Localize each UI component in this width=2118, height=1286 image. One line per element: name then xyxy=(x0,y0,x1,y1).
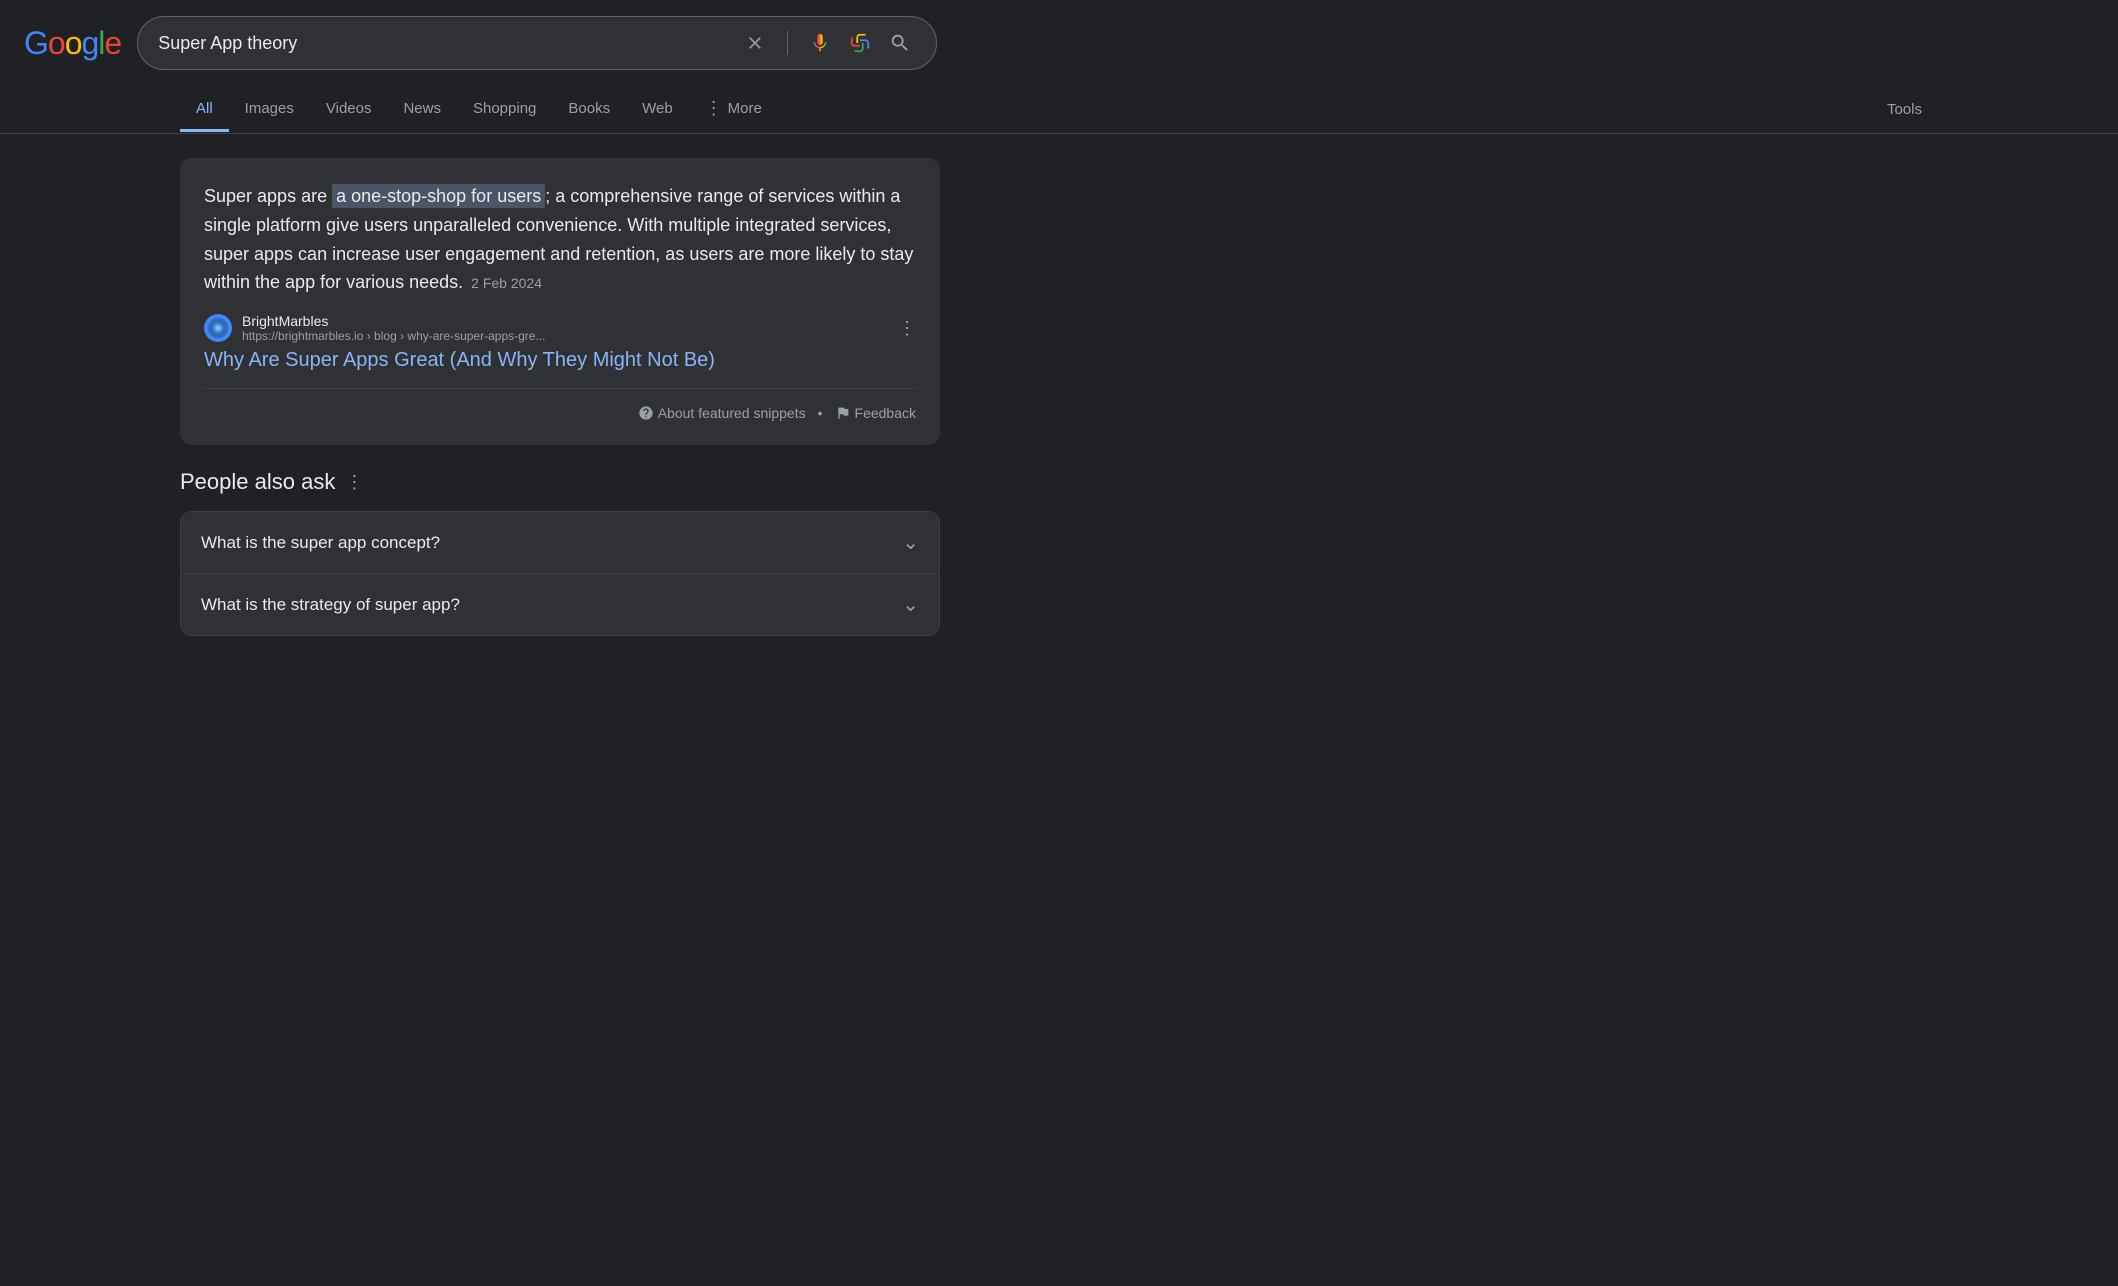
main-content: Super apps are a one-stop-shop for users… xyxy=(0,134,1400,660)
featured-snippet: Super apps are a one-stop-shop for users… xyxy=(180,158,940,445)
source-row: BrightMarbles https://brightmarbles.io ›… xyxy=(204,313,916,343)
paa-header: People also ask ⋮ xyxy=(180,469,940,495)
search-bar xyxy=(137,16,937,70)
snippet-footer: About featured snippets • Feedback xyxy=(204,388,916,421)
people-also-ask-section: People also ask ⋮ What is the super app … xyxy=(180,469,940,636)
source-menu-button[interactable]: ⋮ xyxy=(898,318,916,339)
header: Google xyxy=(0,0,2118,86)
flag-icon xyxy=(835,405,851,421)
tab-more[interactable]: ⋮ More xyxy=(689,86,778,134)
question-circle-icon xyxy=(638,405,654,421)
tab-images[interactable]: Images xyxy=(229,88,310,132)
tab-web[interactable]: Web xyxy=(626,88,689,132)
dot-separator: • xyxy=(818,405,823,421)
paa-question-1: What is the super app concept? xyxy=(201,533,440,553)
microphone-icon xyxy=(809,32,831,54)
nav-tabs: All Images Videos News Shopping Books We… xyxy=(0,86,2118,134)
voice-search-button[interactable] xyxy=(804,27,836,59)
snippet-text: Super apps are a one-stop-shop for users… xyxy=(204,182,916,297)
search-icon xyxy=(889,32,911,54)
tab-all[interactable]: All xyxy=(180,88,229,132)
close-icon xyxy=(745,33,765,53)
chevron-down-icon-2: ⌄ xyxy=(902,592,919,617)
tab-shopping[interactable]: Shopping xyxy=(457,88,552,132)
paa-menu-button[interactable]: ⋮ xyxy=(345,472,363,493)
search-divider xyxy=(787,31,788,55)
feedback-link[interactable]: Feedback xyxy=(835,405,916,421)
about-snippets-link[interactable]: About featured snippets xyxy=(638,405,806,421)
search-button[interactable] xyxy=(884,27,916,59)
paa-list: What is the super app concept? ⌄ What is… xyxy=(180,511,940,636)
tab-videos[interactable]: Videos xyxy=(310,88,388,132)
snippet-highlighted: a one-stop-shop for users xyxy=(332,184,545,208)
brightmarbles-logo-icon xyxy=(208,318,228,338)
lens-button[interactable] xyxy=(844,27,876,59)
tab-books[interactable]: Books xyxy=(552,88,626,132)
paa-item-1[interactable]: What is the super app concept? ⌄ xyxy=(181,512,939,574)
snippet-text-before: Super apps are xyxy=(204,186,332,206)
about-snippets-label: About featured snippets xyxy=(658,405,806,421)
chevron-down-icon-1: ⌄ xyxy=(902,530,919,555)
tools-button[interactable]: Tools xyxy=(1871,89,1938,130)
tab-news[interactable]: News xyxy=(387,88,457,132)
result-title-link[interactable]: Why Are Super Apps Great (And Why They M… xyxy=(204,349,715,371)
feedback-label: Feedback xyxy=(855,405,916,421)
clear-button[interactable] xyxy=(739,27,771,59)
paa-title: People also ask xyxy=(180,469,335,495)
paa-item-2[interactable]: What is the strategy of super app? ⌄ xyxy=(181,574,939,635)
search-input[interactable] xyxy=(158,33,731,54)
more-dots-icon: ⋮ xyxy=(705,98,724,119)
source-url: https://brightmarbles.io › blog › why-ar… xyxy=(242,329,545,343)
snippet-date: 2 Feb 2024 xyxy=(471,275,542,291)
source-info: BrightMarbles https://brightmarbles.io ›… xyxy=(242,313,545,343)
search-bar-wrapper xyxy=(137,16,937,70)
source-name: BrightMarbles xyxy=(242,313,545,329)
google-logo: Google xyxy=(24,25,121,62)
lens-icon xyxy=(849,32,871,54)
paa-question-2: What is the strategy of super app? xyxy=(201,595,460,615)
source-favicon xyxy=(204,314,232,342)
